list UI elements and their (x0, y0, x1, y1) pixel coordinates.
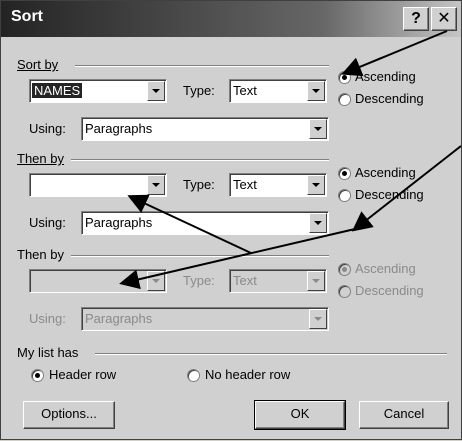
sort-by-field-value: NAMES (32, 83, 83, 98)
then-by-1-using-label: Using: (29, 215, 66, 230)
then-by-2-type-value: Text (233, 273, 257, 288)
options-button[interactable]: Options... (23, 401, 115, 429)
then-by-1-using-value: Paragraphs (85, 215, 153, 230)
sort-by-using-dropdown[interactable]: Paragraphs (81, 117, 329, 141)
then-by-2-field-dropdown (29, 269, 167, 293)
sort-by-descending-label[interactable]: Descending (355, 91, 424, 106)
then-by-1-type-value: Text (233, 177, 257, 192)
then-by-2-using-dropdown: Paragraphs (81, 307, 329, 331)
sort-by-field-dropdown[interactable]: NAMES (29, 79, 167, 103)
then-by-2-type-label: Type: (183, 273, 215, 288)
ok-button[interactable]: OK (254, 400, 346, 430)
help-icon: ? (411, 10, 421, 27)
sort-by-using-label: Using: (29, 121, 66, 136)
chevron-down-icon[interactable] (309, 119, 327, 139)
dialog-title: Sort (11, 8, 43, 25)
cancel-button[interactable]: Cancel (359, 401, 449, 429)
then-by-2-using-value: Paragraphs (85, 311, 153, 326)
my-list-has-divider (95, 353, 447, 355)
then-by-1-descending-radio[interactable] (338, 189, 351, 202)
sort-by-group-label: Sort by (17, 57, 59, 72)
chevron-down-icon[interactable] (147, 81, 165, 101)
then-by-1-using-dropdown[interactable]: Paragraphs (81, 211, 329, 235)
sort-by-using-value: Paragraphs (85, 121, 153, 136)
then-by-1-type-label: Type: (183, 177, 215, 192)
sort-by-type-label: Type: (183, 83, 215, 98)
then-by-2-ascending-label: Ascending (355, 261, 416, 276)
close-icon: ✕ (437, 10, 451, 27)
then-by-1-divider (71, 159, 329, 161)
chevron-down-icon (307, 271, 325, 291)
then-by-2-group-label: Then by (17, 247, 64, 262)
help-button[interactable]: ? (403, 7, 429, 31)
chevron-down-icon[interactable] (307, 175, 325, 195)
sort-by-descending-radio[interactable] (338, 93, 351, 106)
chevron-down-icon[interactable] (309, 213, 327, 233)
no-header-row-radio[interactable] (187, 369, 200, 382)
my-list-has-group-label: My list has (17, 345, 79, 360)
then-by-2-descending-label: Descending (355, 283, 424, 298)
then-by-2-descending-radio (338, 285, 351, 298)
then-by-1-group-label: Then by (17, 151, 64, 166)
then-by-2-using-label: Using: (29, 311, 66, 326)
then-by-2-divider (71, 255, 329, 257)
sort-by-ascending-label[interactable]: Ascending (355, 69, 416, 84)
then-by-1-ascending-label[interactable]: Ascending (355, 165, 416, 180)
then-by-2-ascending-radio (338, 263, 351, 276)
then-by-1-type-dropdown[interactable]: Text (229, 173, 327, 197)
sort-by-type-dropdown[interactable]: Text (229, 79, 327, 103)
header-row-label[interactable]: Header row (49, 367, 116, 382)
sort-dialog: Sort ? ✕ Sort by NAMES Type: Text Using:… (0, 0, 462, 440)
title-bar[interactable]: Sort ? ✕ (1, 1, 461, 37)
chevron-down-icon (309, 309, 327, 329)
sort-by-type-value: Text (233, 83, 257, 98)
chevron-down-icon[interactable] (147, 175, 165, 195)
sort-by-divider (75, 65, 329, 67)
arrow-to-sort-ascending (341, 30, 448, 77)
header-row-radio[interactable] (31, 369, 44, 382)
close-button[interactable]: ✕ (431, 7, 457, 31)
then-by-1-field-dropdown[interactable] (29, 173, 167, 197)
no-header-row-label[interactable]: No header row (205, 367, 290, 382)
chevron-down-icon[interactable] (307, 81, 325, 101)
chevron-down-icon (147, 271, 165, 291)
sort-by-ascending-radio[interactable] (338, 71, 351, 84)
then-by-1-ascending-radio[interactable] (338, 167, 351, 180)
then-by-2-type-dropdown: Text (229, 269, 327, 293)
then-by-1-descending-label[interactable]: Descending (355, 187, 424, 202)
